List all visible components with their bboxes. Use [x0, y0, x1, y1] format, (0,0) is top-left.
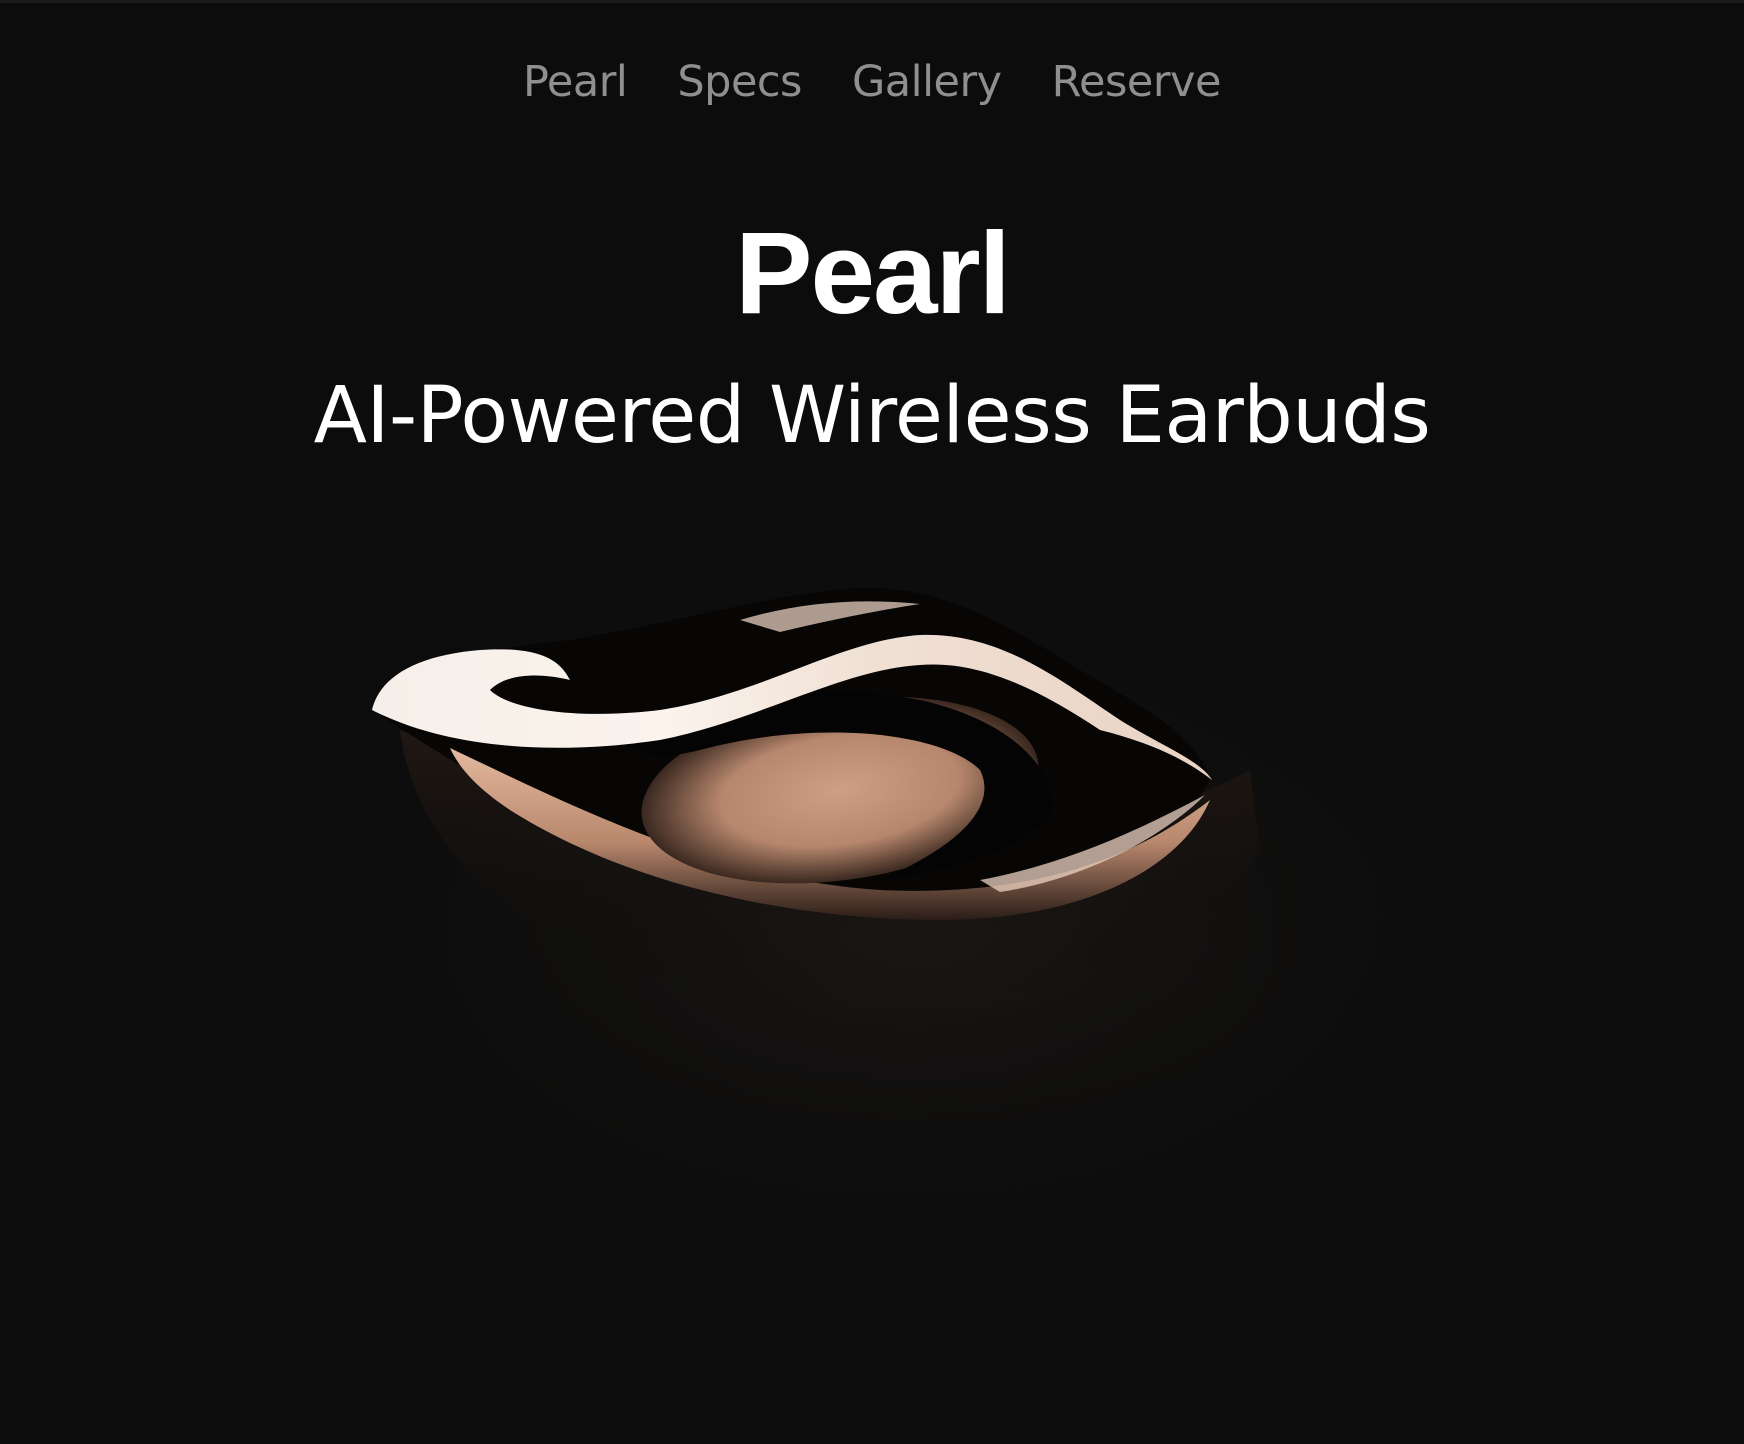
hero-title: Pearl: [735, 208, 1011, 338]
site-navigation: Pearl Specs Gallery Reserve: [0, 52, 1744, 112]
nav-link-reserve[interactable]: Reserve: [1052, 52, 1222, 112]
nav-link-gallery[interactable]: Gallery: [852, 52, 1002, 112]
nav-link-specs[interactable]: Specs: [677, 52, 802, 112]
earbud-product-image: [360, 580, 1420, 1140]
earbud-render-icon: [372, 587, 1420, 1140]
nav-link-pearl[interactable]: Pearl: [523, 52, 628, 112]
hero-subtitle: AI-Powered Wireless Earbuds: [313, 371, 1431, 461]
top-edge-divider: [0, 0, 1744, 3]
